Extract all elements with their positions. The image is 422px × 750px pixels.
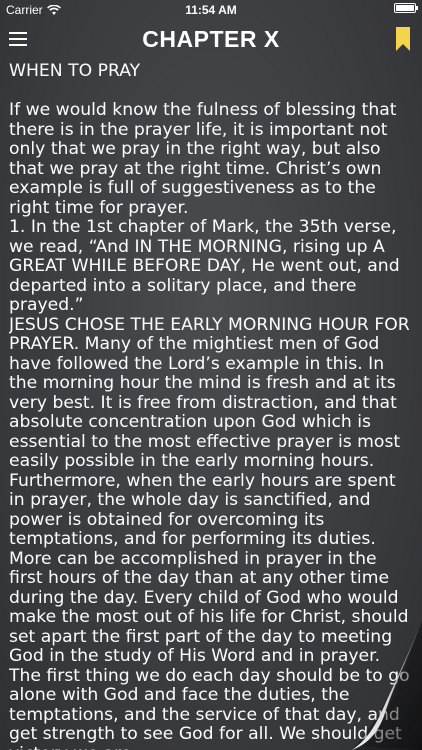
paragraph: If we would know the fulness of blessing… [9,100,397,218]
bookmark-button[interactable] [396,27,410,51]
page-curl[interactable] [312,620,422,750]
bookmark-icon [396,27,410,51]
status-right [394,3,418,13]
navigation-bar: CHAPTER X [0,20,422,62]
page-title: CHAPTER X [142,26,280,52]
paragraph: 1. In the 1st chapter of Mark, the 35th … [9,217,400,315]
battery-icon [394,3,418,13]
status-time: 11:54 AM [185,3,237,17]
status-bar: Carrier 11:54 AM [0,0,422,20]
section-heading: WHEN TO PRAY [9,62,141,81]
